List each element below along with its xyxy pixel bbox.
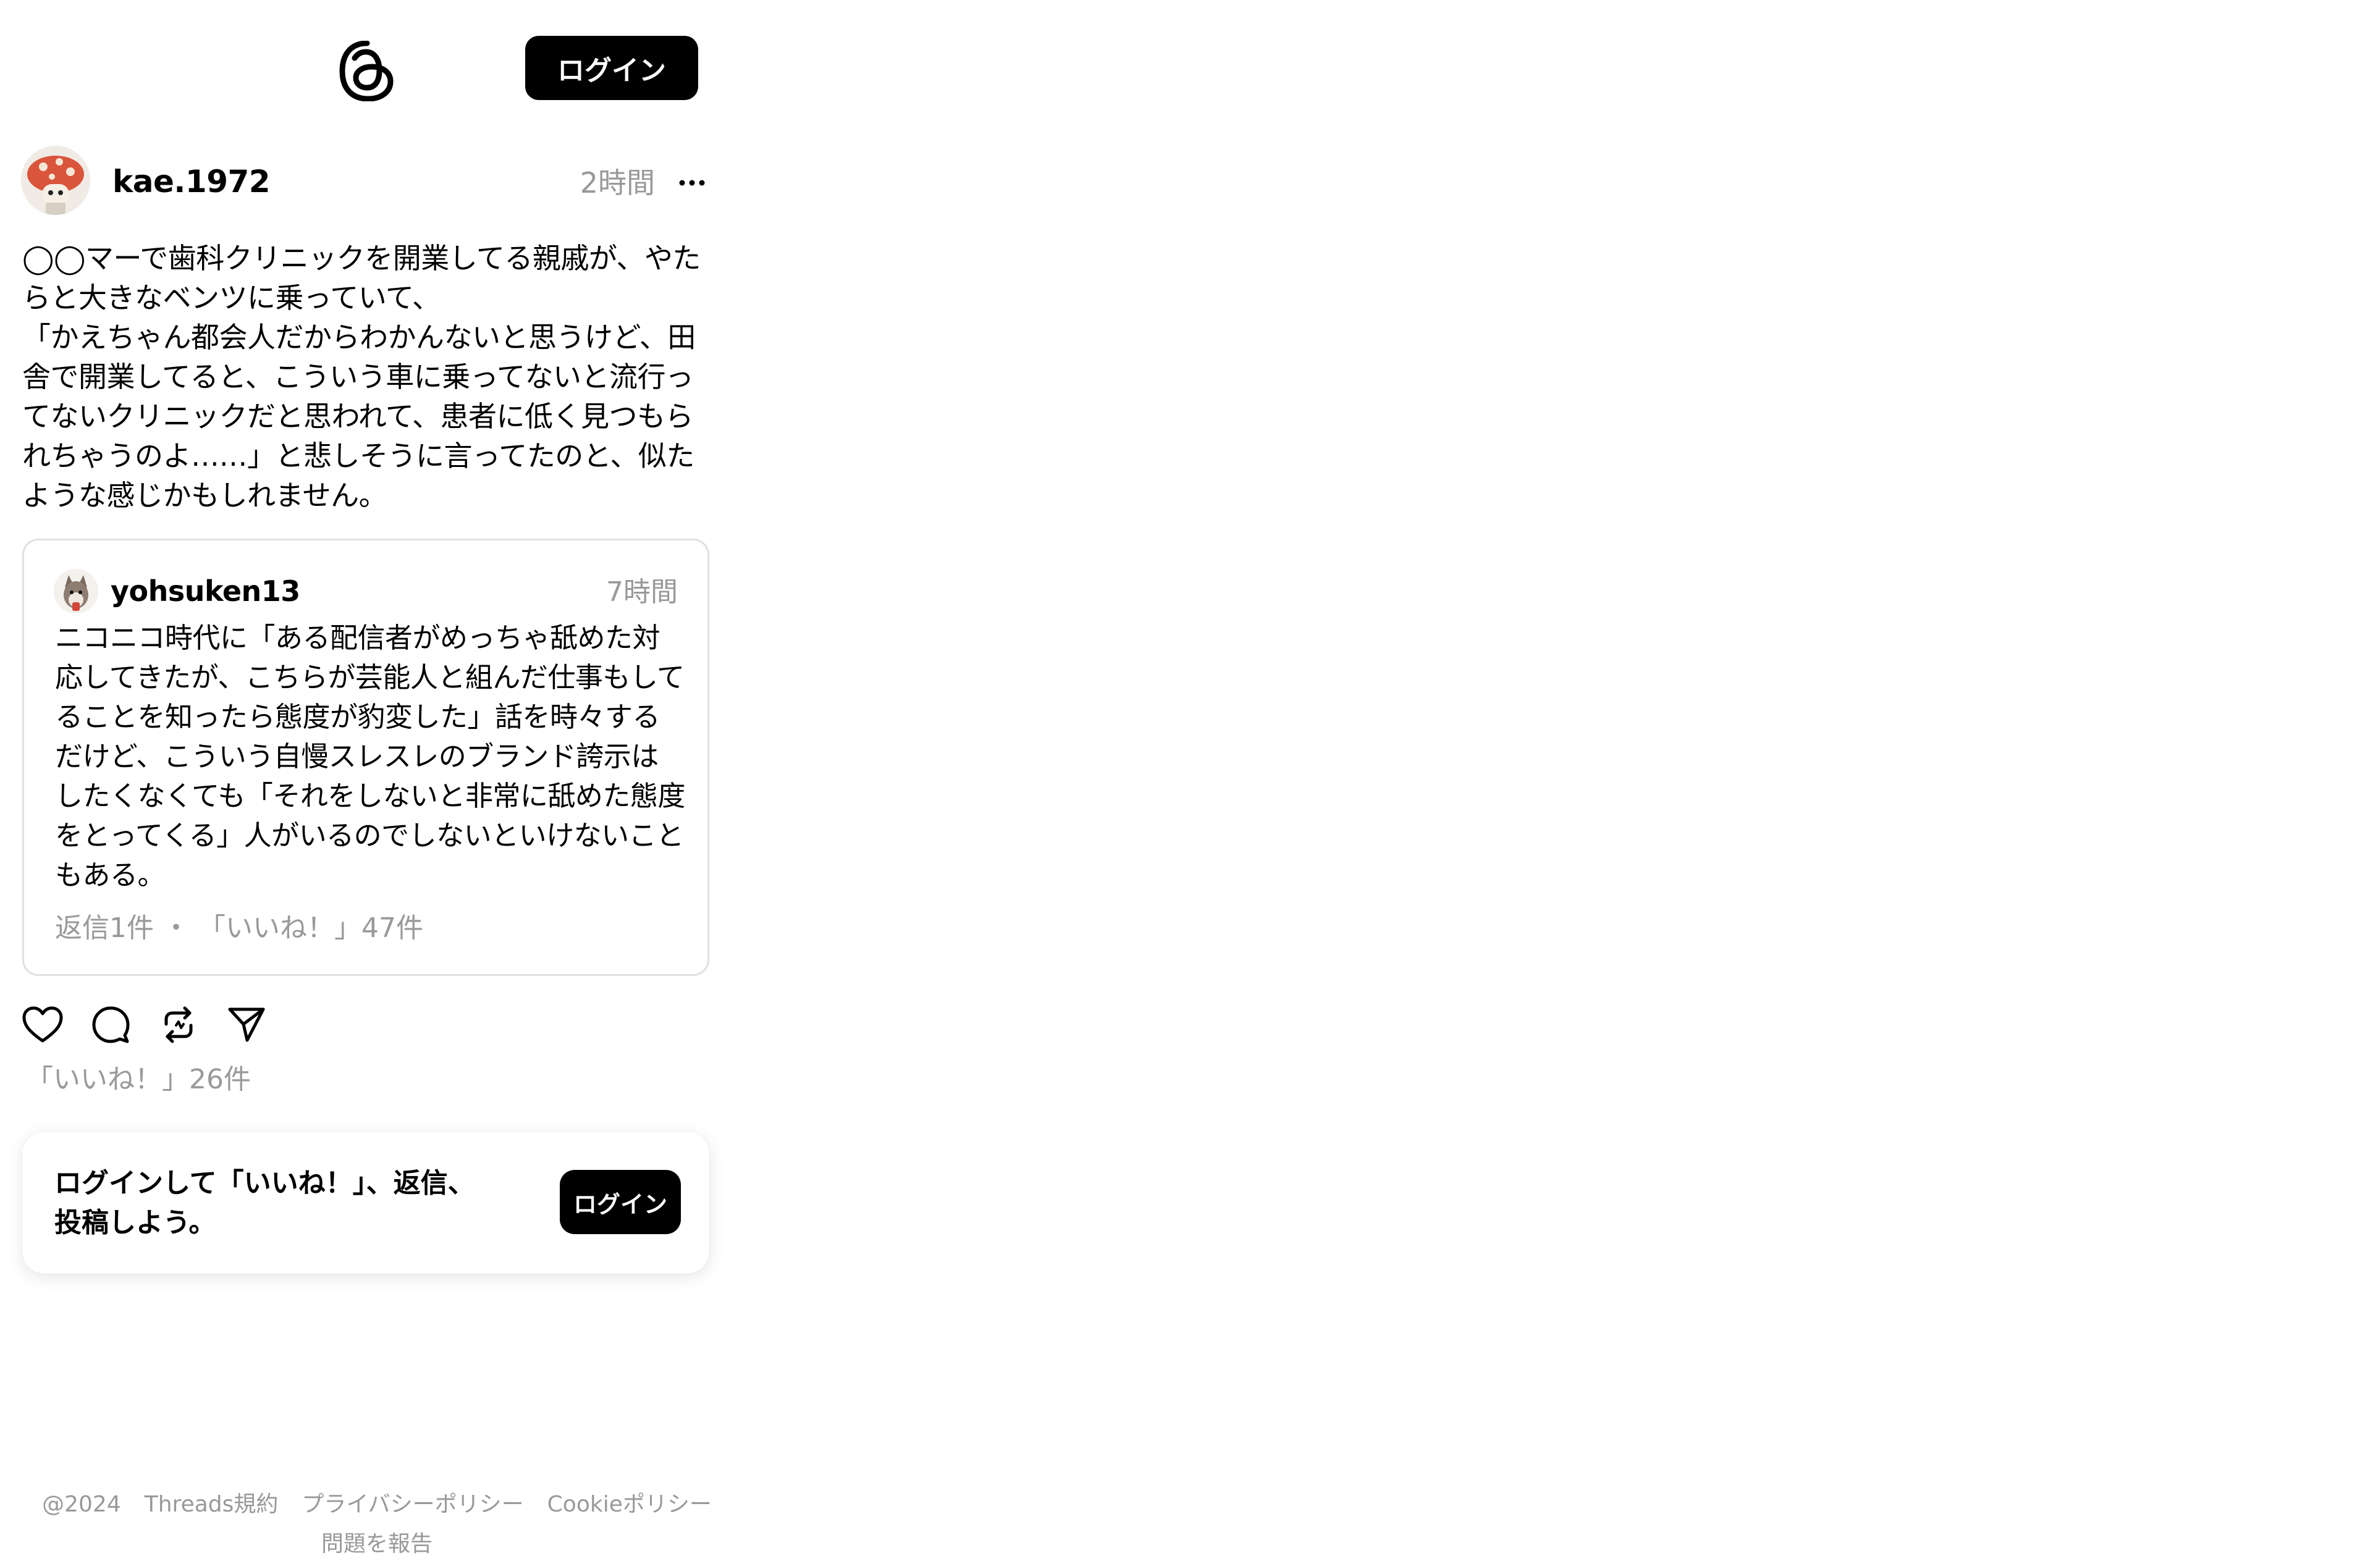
post-text: ◯◯マーで歯科クリニックを開業してる親戚が、やたらと大きなベンツに乗っていて、 … (22, 242, 701, 512)
repost-icon[interactable] (157, 1003, 200, 1046)
avatar[interactable] (21, 146, 90, 215)
quoted-stats[interactable]: 返信1件 ・ 「いいね！」47件 (55, 910, 423, 947)
footer-cookie-link[interactable]: Cookieポリシー (547, 1485, 712, 1524)
quoted-timestamp: 7時間 (606, 576, 678, 608)
login-prompt-text: ログインして「いいね！」、返信、 投稿しよう。 (54, 1167, 475, 1238)
footer-copyright: @2024 (42, 1492, 121, 1517)
quoted-post[interactable]: yohsuken13 7時間 ニコニコ時代に「ある配信者がめっちゃ舐めた対応して… (22, 539, 709, 976)
threads-logo-icon[interactable] (339, 40, 395, 102)
share-icon[interactable] (225, 1003, 268, 1046)
footer-report-link[interactable]: 問題を報告 (321, 1524, 433, 1564)
reply-icon[interactable] (89, 1003, 132, 1046)
like-icon[interactable] (21, 1003, 64, 1046)
card-login-button[interactable]: ログイン (560, 1170, 681, 1234)
footer: @2024 Threads規約 プライバシーポリシー Cookieポリシー 問題… (0, 1485, 754, 1564)
quoted-username[interactable]: yohsuken13 (111, 573, 300, 610)
post-actions (21, 1003, 268, 1046)
quoted-text: ニコニコ時代に「ある配信者がめっちゃ舐めた対応してきたが、こちらが芸能人と組んだ… (55, 621, 685, 891)
header-login-button[interactable]: ログイン (525, 36, 698, 100)
footer-terms-link[interactable]: Threads規約 (145, 1485, 279, 1524)
post-likes-count[interactable]: 「いいね！」26件 (26, 1061, 251, 1098)
login-prompt-card: ログインして「いいね！」、返信、 投稿しよう。 ログイン (22, 1132, 709, 1274)
post-timestamp: 2時間 (580, 166, 655, 200)
more-options-icon[interactable] (676, 168, 708, 198)
post-username[interactable]: kae.1972 (112, 163, 271, 200)
quoted-avatar[interactable] (54, 569, 98, 613)
footer-privacy-link[interactable]: プライバシーポリシー (302, 1485, 523, 1524)
